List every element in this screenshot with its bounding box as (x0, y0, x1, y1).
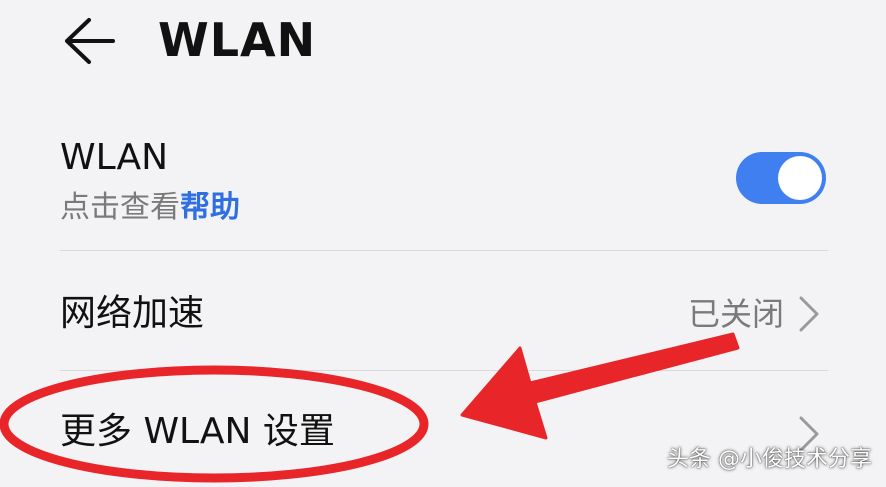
wlan-row-title: WLAN (60, 137, 169, 178)
page-title: WLAN (158, 13, 317, 67)
wlan-subtitle-prefix: 点击查看 (60, 190, 180, 225)
header: WLAN (0, 0, 886, 90)
more-wlan-settings-label: 更多 WLAN 设置 (60, 411, 335, 452)
wlan-toggle-row[interactable]: WLAN 点击查看帮助 (60, 130, 826, 250)
wlan-toggle-switch[interactable] (736, 152, 826, 204)
arrow-left-icon (65, 18, 115, 64)
network-acceleration-label: 网络加速 (60, 293, 205, 334)
back-button[interactable] (56, 8, 122, 74)
toggle-knob (778, 156, 822, 200)
help-link[interactable]: 帮助 (180, 190, 240, 225)
divider (60, 250, 828, 251)
network-acceleration-status: 已关闭 (687, 295, 784, 333)
wlan-row-subtitle: 点击查看帮助 (60, 188, 240, 228)
divider (60, 370, 828, 371)
wlan-settings-screen: WLAN WLAN 点击查看帮助 网络加速 已关闭 更多 WLAN 设置 头条 … (0, 0, 886, 487)
chevron-right-icon (799, 296, 819, 332)
watermark: 头条 @小俊技术分享 (667, 447, 872, 472)
network-acceleration-row[interactable]: 网络加速 已关闭 (60, 252, 826, 370)
